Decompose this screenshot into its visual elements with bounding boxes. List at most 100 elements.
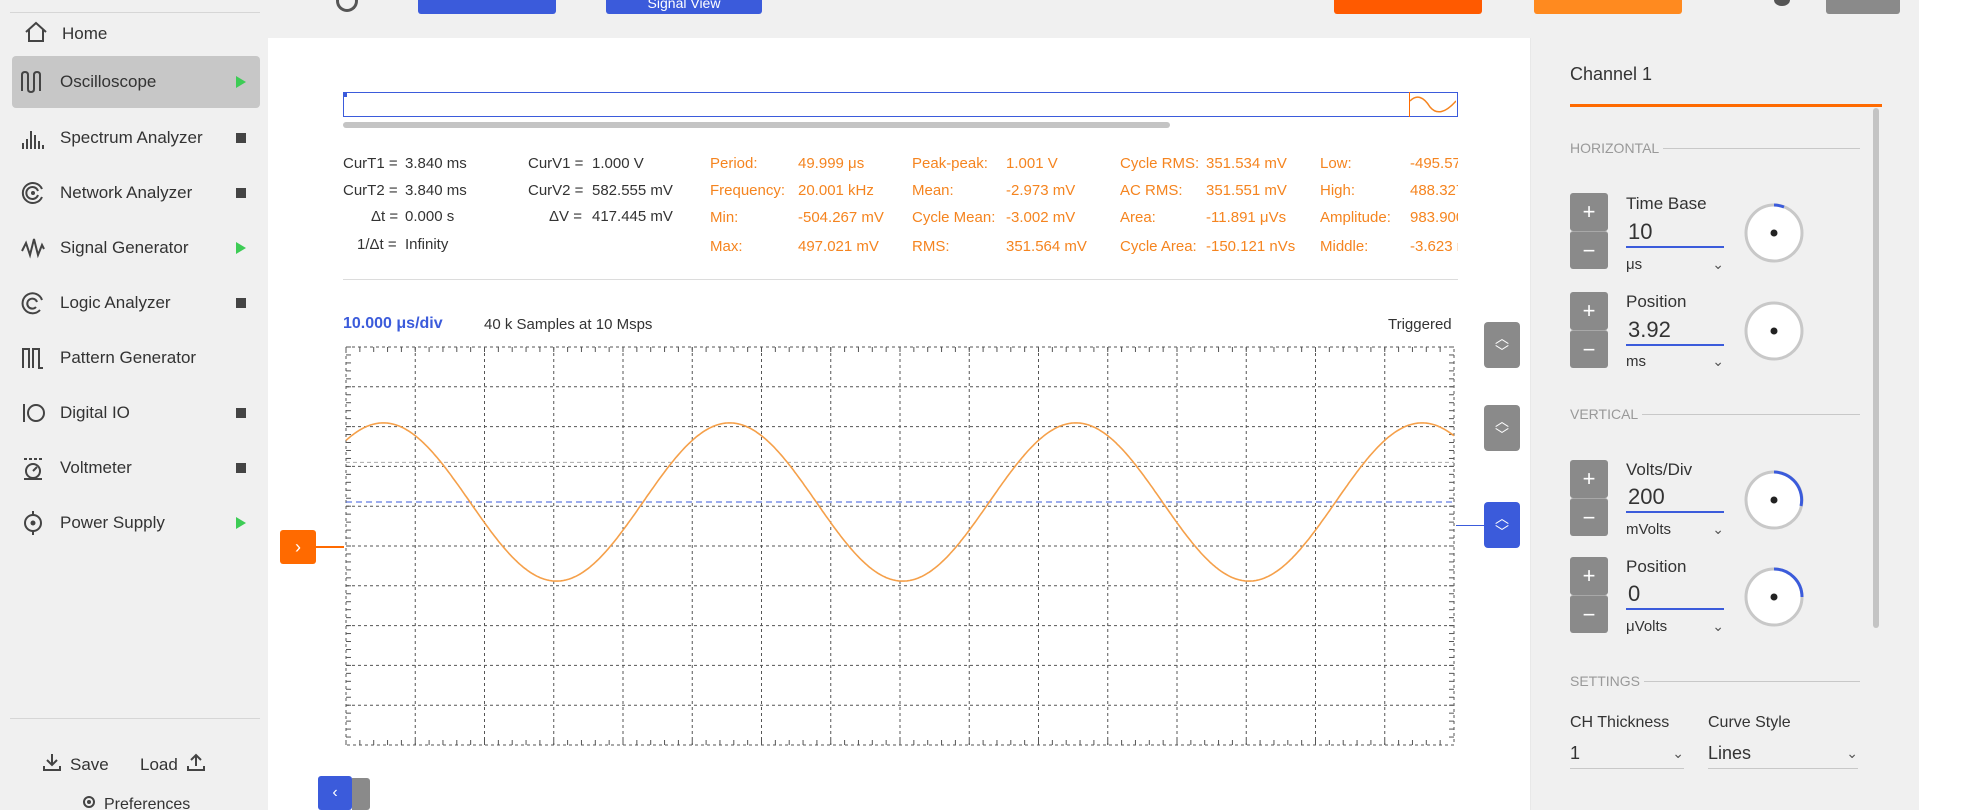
v-position-knob[interactable] [1744, 567, 1804, 627]
volts-div-input[interactable]: 200 [1626, 483, 1724, 513]
network-icon [18, 178, 48, 208]
single-button[interactable] [1534, 0, 1682, 14]
v-position-unit-select[interactable]: μVolts ⌄ [1626, 618, 1724, 635]
time-base-unit: μs [1626, 256, 1643, 273]
sidebar-item-network-analyzer[interactable]: Network Analyzer [12, 167, 260, 219]
sidebar-item-logic-analyzer[interactable]: Logic Analyzer [12, 277, 260, 329]
volts-div-unit-select[interactable]: mVolts ⌄ [1626, 521, 1724, 538]
stopped-indicator [234, 406, 248, 420]
chevron-down-icon: ⌄ [1712, 256, 1724, 272]
h-position-input[interactable]: 3.92 [1626, 316, 1724, 346]
cycle-rms-label: Cycle RMS: [1120, 155, 1200, 172]
oscilloscope-icon [18, 67, 48, 97]
minus-icon: − [1582, 336, 1596, 362]
v-position-unit: μVolts [1626, 618, 1668, 635]
sidebar-item-label: Network Analyzer [60, 183, 193, 202]
toolbar-gray-button[interactable] [1826, 0, 1900, 14]
download-icon [42, 752, 62, 777]
overview-scrollbar[interactable] [343, 122, 1170, 128]
sidebar-item-digital-io[interactable]: Digital IO [12, 387, 260, 439]
sidebar-item-label: Pattern Generator [60, 348, 197, 367]
sidebar-item-spectrum-analyzer[interactable]: Spectrum Analyzer [12, 112, 260, 164]
save-button[interactable]: Save [42, 752, 109, 777]
home-icon [24, 21, 48, 48]
volts-div-label: Volts/Div [1626, 460, 1693, 479]
settings-gear-icon[interactable] [1774, 0, 1790, 6]
stopped-indicator [234, 131, 248, 145]
settings-scrollbar[interactable] [1873, 108, 1879, 628]
preferences-button[interactable]: Preferences [80, 793, 190, 810]
h-position-label: Position [1626, 292, 1687, 311]
run-status-icon[interactable] [336, 0, 358, 12]
trigger-level-handle[interactable]: ︿ ﹀ [1484, 405, 1520, 451]
stopped-indicator [234, 186, 248, 200]
sidebar-item-label: Power Supply [60, 513, 165, 532]
h-position-increment-button[interactable]: + [1570, 292, 1608, 330]
time-base-input[interactable]: 10 [1626, 218, 1724, 248]
time-base-unit-select[interactable]: μs ⌄ [1626, 256, 1724, 273]
channel-panel-title: Channel 1 [1570, 64, 1653, 84]
volts-div-decrement-button[interactable]: − [1570, 498, 1608, 536]
volts-div-increment-button[interactable]: + [1570, 460, 1608, 498]
channel-offset-handle[interactable]: ︿ ﹀ [1484, 502, 1520, 548]
v-position-input[interactable]: 0 [1626, 580, 1724, 610]
plus-icon: + [1582, 298, 1596, 323]
signal-view-button[interactable]: Signal View [606, 0, 762, 14]
curve-style-select[interactable]: Lines ⌄ [1708, 739, 1858, 769]
trigger-status: Triggered [1388, 316, 1452, 333]
sidebar-item-power-supply[interactable]: Power Supply [12, 497, 260, 549]
running-indicator [234, 241, 248, 255]
curv1-label: CurV1 = [528, 155, 584, 172]
sidebar-item-label: Oscilloscope [60, 72, 157, 91]
chevron-down-icon: ⌄ [1712, 353, 1724, 369]
time-base-increment-button[interactable]: + [1570, 193, 1608, 231]
cycle-mean-value: -3.002 mV [1006, 209, 1076, 226]
stop-button[interactable] [1334, 0, 1482, 14]
time-base-knob[interactable] [1744, 203, 1804, 263]
overview-bar[interactable] [343, 92, 1458, 117]
chevron-down-icon: ⌄ [1712, 618, 1724, 634]
chevron-up-icon: ︿ [1495, 510, 1509, 526]
panel-toggle-stub [352, 778, 370, 810]
h-position-knob[interactable] [1744, 301, 1804, 361]
sidebar-item-pattern-generator[interactable]: Pattern Generator [12, 332, 260, 384]
period-value: 49.999 μs [798, 155, 865, 172]
power-supply-icon [18, 508, 48, 538]
pattern-icon [18, 343, 48, 373]
sidebar-item-label: Digital IO [60, 403, 130, 422]
cycle-rms-value: 351.534 mV [1206, 155, 1287, 172]
running-indicator [234, 75, 248, 89]
upload-icon [186, 752, 206, 777]
channel-1-marker[interactable]: › [280, 530, 316, 564]
volts-div-knob[interactable] [1744, 470, 1804, 530]
time-per-div: 10.000 μs/div [343, 315, 443, 332]
collapse-button[interactable]: ‹ [318, 776, 352, 810]
v-position-decrement-button[interactable]: − [1570, 595, 1608, 633]
curv2-label: CurV2 = [528, 182, 584, 199]
vertical-section-label: VERTICAL [1570, 406, 1639, 422]
chevron-down-icon: ⌄ [1846, 745, 1858, 761]
curt2-value: 3.840 ms [405, 182, 467, 199]
oscilloscope-plot[interactable] [345, 346, 1455, 746]
rms-value: 351.564 mV [1006, 238, 1087, 255]
home-button[interactable]: Home [24, 18, 107, 50]
thickness-label: CH Thickness [1570, 714, 1670, 731]
sidebar-item-voltmeter[interactable]: Voltmeter [12, 442, 260, 494]
chevron-down-icon: ⌄ [1672, 745, 1684, 761]
preferences-label: Preferences [104, 795, 191, 810]
area-label: Area: [1120, 209, 1156, 226]
thickness-select[interactable]: 1 ⌄ [1570, 739, 1684, 769]
sidebar-item-oscilloscope[interactable]: Oscilloscope [12, 56, 260, 108]
trigger-time-handle[interactable]: ︿ ﹀ [1484, 322, 1520, 368]
dv-value: 417.445 mV [592, 208, 673, 225]
sidebar-item-signal-generator[interactable]: Signal Generator [12, 222, 260, 274]
v-position-increment-button[interactable]: + [1570, 557, 1608, 595]
toolbar-blue-button[interactable] [418, 0, 556, 14]
chevron-up-icon: ︿ [1495, 330, 1509, 346]
h-position-unit-select[interactable]: ms ⌄ [1626, 353, 1724, 370]
amplitude-label: Amplitude: [1320, 209, 1391, 226]
h-position-decrement-button[interactable]: − [1570, 330, 1608, 368]
time-base-decrement-button[interactable]: − [1570, 231, 1608, 269]
load-button[interactable]: Load [140, 752, 206, 777]
dt-label: Δt = [371, 208, 399, 225]
